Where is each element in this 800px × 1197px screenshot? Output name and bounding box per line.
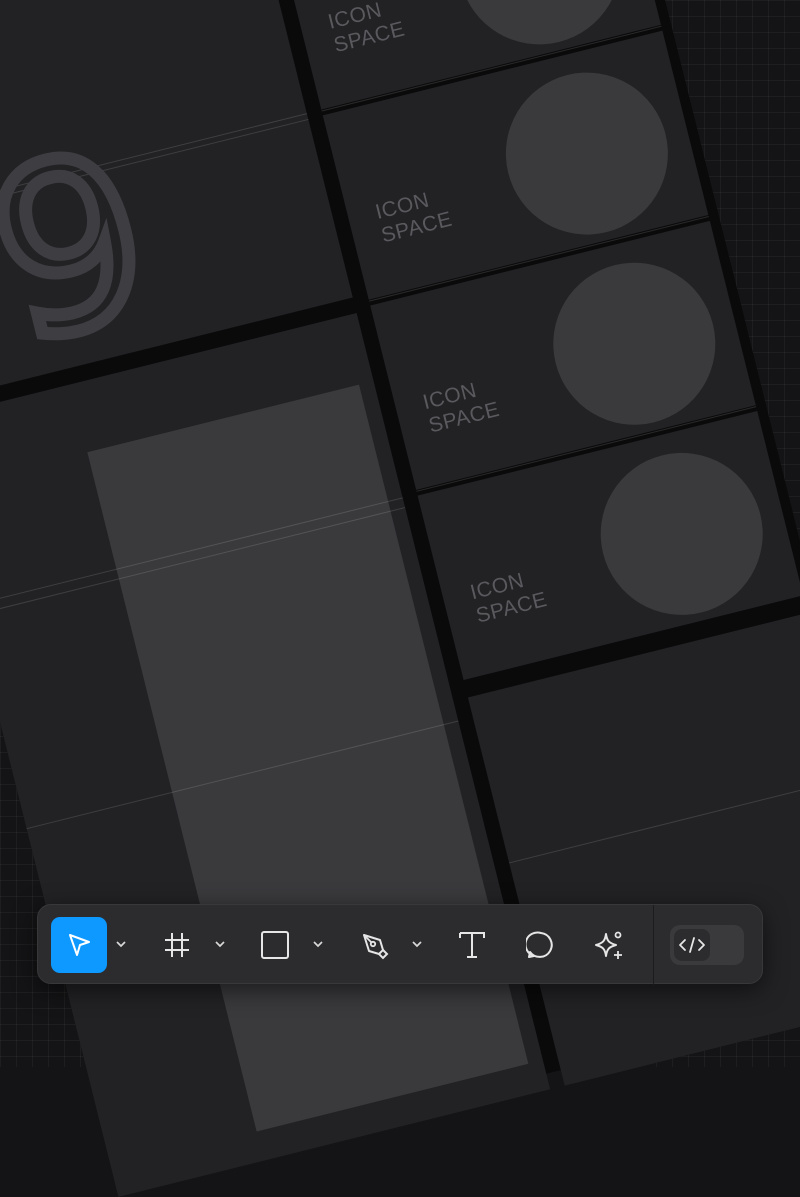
pen-tool-dropdown[interactable] [410, 935, 424, 953]
frame-tool-dropdown[interactable] [213, 935, 227, 953]
shape-tool-button[interactable] [247, 917, 303, 973]
icon-card-label: ICON SPACE [325, 0, 408, 58]
chevron-down-icon [411, 940, 423, 948]
sparkle-icon [593, 929, 625, 961]
move-tool-dropdown[interactable] [114, 935, 128, 953]
dev-mode-toggle[interactable] [670, 925, 744, 965]
chevron-down-icon [214, 940, 226, 948]
code-icon [678, 936, 706, 954]
pen-icon [358, 929, 390, 961]
hash-frame-icon [162, 930, 192, 960]
icon-placeholder-circle [488, 55, 686, 252]
actions-tool-button[interactable] [581, 917, 637, 973]
square-icon [260, 930, 290, 960]
pen-tool-button[interactable] [346, 917, 402, 973]
icon-card-label: ICON SPACE [420, 378, 502, 438]
chevron-down-icon [115, 940, 127, 948]
icon-card-label: ICON SPACE [468, 568, 550, 628]
move-tool-button[interactable] [51, 917, 107, 973]
comment-tool-button[interactable] [513, 917, 569, 973]
toolbar-divider [653, 905, 654, 985]
pointer-icon [64, 930, 94, 960]
bottom-toolbar [37, 904, 763, 985]
dev-mode-toggle-knob [674, 929, 710, 961]
chevron-down-icon [312, 940, 324, 948]
icon-card-label: ICON SPACE [373, 188, 455, 248]
design-frame[interactable]: 9 ICON SPACE ICON SPACE ICON SPACE ICON SPAC… [0, 0, 800, 1197]
comment-icon [526, 930, 556, 960]
frame-tool-button[interactable] [149, 917, 205, 973]
text-icon [457, 930, 487, 960]
text-tool-button[interactable] [444, 917, 500, 973]
shape-tool-dropdown[interactable] [311, 935, 325, 953]
icon-placeholder-circle [536, 245, 733, 442]
icon-placeholder-circle [583, 435, 780, 633]
